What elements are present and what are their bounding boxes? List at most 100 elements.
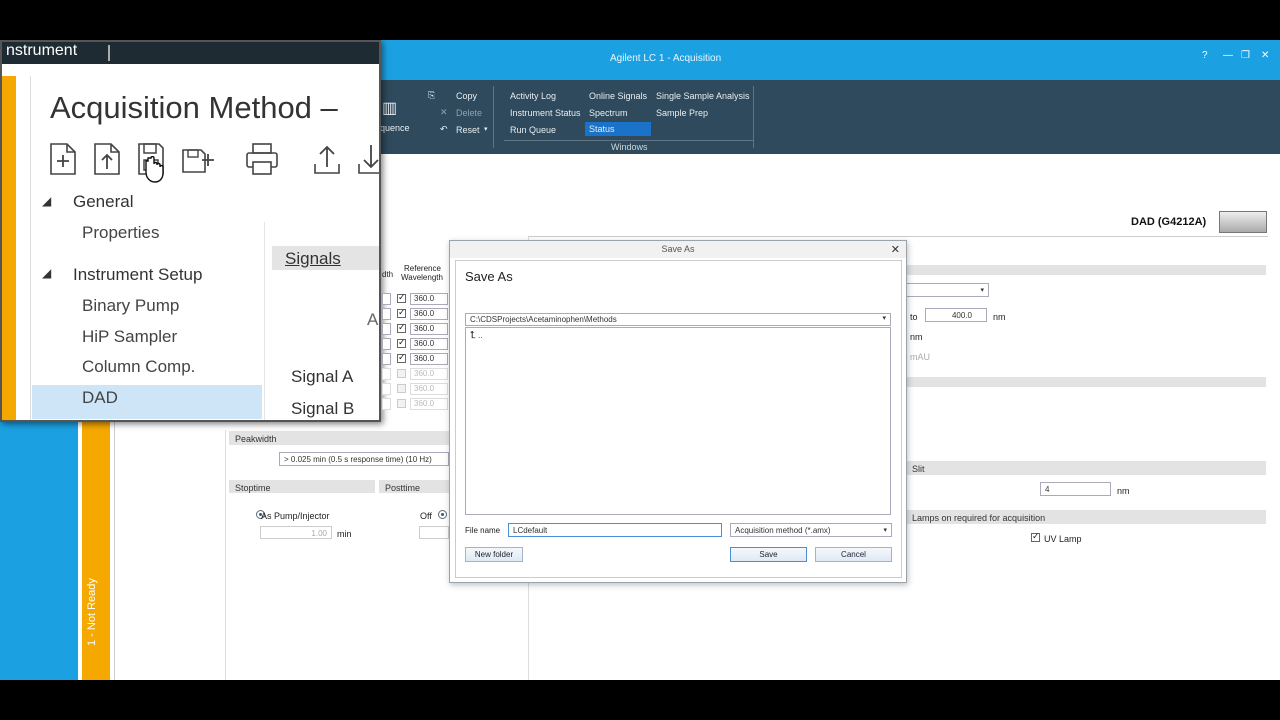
- cancel-button[interactable]: Cancel: [815, 547, 892, 562]
- copy-button[interactable]: Copy: [456, 91, 477, 101]
- reference-wavelength-input[interactable]: 360.0: [410, 293, 448, 305]
- export-icon[interactable]: [312, 142, 342, 176]
- reference-wavelength-row: 360.0: [382, 368, 448, 381]
- print-icon[interactable]: [244, 142, 280, 176]
- posttime-off-label: Off: [420, 511, 432, 521]
- sequence-icon[interactable]: ▥: [382, 98, 397, 118]
- stoptime-unit: min: [337, 529, 352, 539]
- bandwidth-stepper[interactable]: [382, 368, 391, 380]
- reference-checkbox[interactable]: [397, 352, 406, 363]
- reference-wavelength-row: 360.0: [382, 352, 448, 366]
- reference-checkbox[interactable]: [397, 307, 406, 318]
- acquisition-method-title: Acquisition Method –: [50, 90, 338, 125]
- bandwidth-stepper[interactable]: [382, 293, 391, 305]
- reference-wavelength-input[interactable]: 360.0: [410, 308, 448, 320]
- reset-icon: ↶: [440, 124, 448, 134]
- bandwidth-stepper[interactable]: [382, 353, 391, 365]
- spectrum-button[interactable]: Spectrum: [589, 108, 628, 118]
- divider: [264, 222, 265, 420]
- up-folder-entry[interactable]: ..: [478, 331, 482, 340]
- instrument-status-button[interactable]: Instrument Status: [510, 108, 581, 118]
- reference-wavelength-row: 360.0: [382, 383, 448, 396]
- tree-column-comp[interactable]: Column Comp.: [82, 357, 195, 377]
- reference-checkbox[interactable]: [397, 369, 406, 378]
- reference-checkbox[interactable]: [397, 399, 406, 408]
- import-icon[interactable]: [356, 142, 381, 176]
- file-list[interactable]: ⮤ ..: [465, 327, 891, 515]
- bandwidth-stepper[interactable]: [382, 398, 391, 410]
- status-button[interactable]: Status: [585, 122, 651, 136]
- not-ready-status: 1 - Not Ready: [86, 578, 98, 646]
- sample-prep-button[interactable]: Sample Prep: [656, 108, 708, 118]
- open-method-icon[interactable]: [92, 142, 122, 176]
- tree-hip-sampler[interactable]: HiP Sampler: [82, 327, 177, 347]
- section-header: [906, 265, 1266, 275]
- tree-dad[interactable]: DAD: [82, 388, 118, 408]
- bandwidth-header: dth: [382, 270, 394, 279]
- minimize-button[interactable]: —: [1223, 50, 1233, 61]
- uv-lamp-checkbox[interactable]: [1031, 531, 1040, 542]
- new-folder-button[interactable]: New folder: [465, 547, 523, 562]
- peakwidth-select[interactable]: > 0.025 min (0.5 s response time) (10 Hz…: [279, 452, 449, 466]
- reference-wavelength-input[interactable]: 360.0: [410, 338, 448, 350]
- bandwidth-stepper[interactable]: [382, 323, 391, 335]
- up-folder-icon[interactable]: ⮤: [470, 330, 476, 341]
- file-name-input[interactable]: LCdefault: [508, 523, 722, 537]
- nm-unit: nm: [993, 312, 1006, 322]
- reference-checkbox[interactable]: [397, 322, 406, 333]
- delete-button[interactable]: Delete: [456, 108, 482, 118]
- reference-wavelength-input[interactable]: 360.0: [410, 323, 448, 335]
- instrument-setup-collapse-icon[interactable]: ◢: [42, 266, 51, 280]
- reset-dropdown-icon[interactable]: ▾: [484, 125, 488, 133]
- sequence-button-label[interactable]: quence: [380, 123, 410, 133]
- reference-wavelength-input[interactable]: 360.0: [410, 353, 448, 365]
- tree-binary-pump[interactable]: Binary Pump: [82, 296, 179, 316]
- windows-group-label: Windows: [611, 142, 648, 152]
- reference-wavelength-input[interactable]: 360.0: [410, 383, 448, 395]
- activity-log-button[interactable]: Activity Log: [510, 91, 556, 101]
- posttime-input[interactable]: [419, 526, 449, 539]
- bandwidth-stepper[interactable]: [382, 338, 391, 350]
- dialog-close-icon[interactable]: ✕: [891, 243, 900, 256]
- online-signals-button[interactable]: Online Signals: [589, 91, 647, 101]
- tree-general[interactable]: General: [73, 192, 133, 212]
- save-button[interactable]: Save: [730, 547, 807, 562]
- mau-unit: mAU: [910, 352, 930, 362]
- posttime-off-radio[interactable]: [437, 510, 447, 519]
- slit-unit: nm: [1117, 486, 1130, 496]
- close-button[interactable]: ✕: [1261, 50, 1269, 61]
- range-end-input[interactable]: 400.0: [925, 308, 987, 322]
- tree-instrument-setup[interactable]: Instrument Setup: [73, 265, 202, 285]
- general-collapse-icon[interactable]: ◢: [42, 194, 51, 208]
- bandwidth-stepper[interactable]: [382, 383, 391, 395]
- reference-checkbox[interactable]: [397, 337, 406, 348]
- folder-path-select[interactable]: C:\CDSProjects\Acetaminophen\Methods ▾: [465, 313, 891, 326]
- save-as-method-icon[interactable]: [180, 142, 216, 176]
- wavelength-range-select[interactable]: ▾: [906, 283, 989, 297]
- reference-checkbox[interactable]: [397, 384, 406, 393]
- restore-button[interactable]: ❐: [1241, 50, 1250, 61]
- signal-a-label: Signal A: [291, 367, 354, 386]
- left-status-strip: [0, 420, 78, 680]
- stoptime-input[interactable]: 1.00: [260, 526, 332, 539]
- reference-wavelength-row: 360.0: [382, 398, 448, 411]
- device-title: DAD (G4212A): [1131, 216, 1207, 228]
- reference-wavelength-input[interactable]: 360.0: [410, 398, 448, 410]
- help-icon[interactable]: ?: [1202, 50, 1208, 61]
- instrument-status-bar: [2, 76, 16, 420]
- slit-select[interactable]: 4: [1040, 482, 1111, 496]
- reset-button[interactable]: Reset: [456, 125, 480, 135]
- bandwidth-stepper[interactable]: [382, 308, 391, 320]
- new-method-icon[interactable]: [48, 142, 78, 176]
- reference-checkbox[interactable]: [397, 292, 406, 303]
- tree-properties[interactable]: Properties: [82, 223, 159, 243]
- signals-label: Signals: [285, 249, 341, 268]
- single-sample-analysis-button[interactable]: Single Sample Analysis: [656, 91, 750, 101]
- file-type-select[interactable]: Acquisition method (*.amx) ▾: [730, 523, 892, 537]
- reference-wavelength-input[interactable]: 360.0: [410, 368, 448, 380]
- window-title: Agilent LC 1 - Acquisition: [610, 53, 722, 64]
- run-queue-button[interactable]: Run Queue: [510, 125, 556, 135]
- chevron-down-icon: ▾: [883, 527, 887, 534]
- instrument-tab[interactable]: nstrument: [6, 42, 77, 60]
- title-bar: Agilent LC 1 - Acquisition ? — ❐ ✕: [380, 40, 1280, 80]
